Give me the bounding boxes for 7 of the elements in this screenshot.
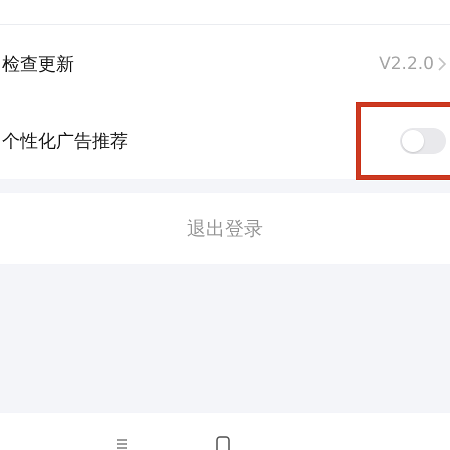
home-icon[interactable] — [216, 436, 230, 450]
logout-button[interactable]: 退出登录 — [0, 193, 450, 264]
menu-icon[interactable] — [116, 438, 128, 450]
setting-label: 检查更新 — [2, 52, 75, 76]
setting-label: 个性化广告推荐 — [2, 130, 129, 152]
version-text: V2.2.0 — [379, 54, 434, 74]
toggle-switch[interactable] — [400, 128, 446, 154]
